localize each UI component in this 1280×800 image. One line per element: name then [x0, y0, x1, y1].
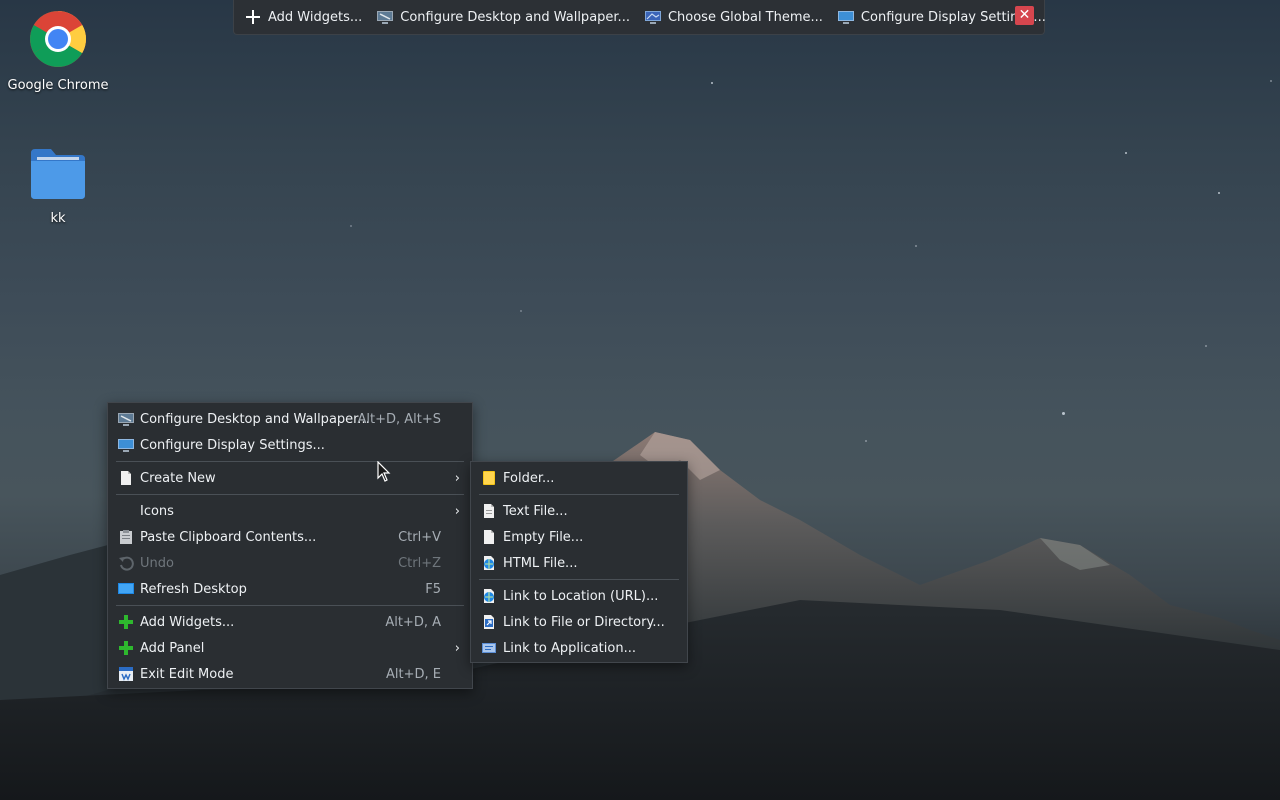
mouse-cursor-icon — [377, 461, 391, 482]
menu-item-label: Undo — [140, 555, 174, 571]
menu-item-paste[interactable]: Paste Clipboard Contents... Ctrl+V — [108, 524, 472, 550]
chevron-right-icon: › — [454, 503, 460, 519]
chevron-right-icon: › — [454, 470, 460, 486]
desktop-settings-icon — [377, 11, 394, 24]
toolbar-global-theme-label: Choose Global Theme... — [667, 9, 823, 25]
menu-item-label: Paste Clipboard Contents... — [140, 529, 317, 545]
toolbar-configure-desktop-label: Configure Desktop and Wallpaper... — [400, 9, 630, 25]
theme-icon — [644, 11, 661, 24]
menu-item-shortcut: F5 — [425, 581, 441, 597]
menu-item-label: Empty File... — [503, 529, 584, 545]
desktop-settings-icon — [118, 413, 134, 426]
link-application-icon — [482, 643, 496, 653]
plus-icon — [119, 641, 133, 655]
menu-separator — [116, 494, 464, 495]
chevron-right-icon: › — [454, 640, 460, 656]
text-file-icon — [484, 504, 494, 518]
menu-separator — [479, 579, 679, 580]
menu-item-exit-edit-mode[interactable]: Exit Edit Mode Alt+D, E — [108, 661, 472, 687]
clipboard-icon — [120, 530, 132, 544]
toolbar-configure-desktop-button[interactable]: Configure Desktop and Wallpaper... — [376, 8, 630, 26]
link-file-icon — [484, 615, 494, 629]
display-icon — [837, 11, 854, 24]
menu-item-label: Add Panel — [140, 640, 205, 656]
plus-icon — [119, 615, 133, 629]
menu-item-label: Refresh Desktop — [140, 581, 247, 597]
menu-separator — [479, 494, 679, 495]
submenu-item-link-app[interactable]: Link to Application... — [471, 635, 687, 661]
html-file-icon — [484, 556, 494, 570]
toolbar-add-widgets-label: Add Widgets... — [268, 9, 363, 25]
menu-item-shortcut: Alt+D, A — [385, 614, 441, 630]
menu-item-add-panel[interactable]: Add Panel › — [108, 635, 472, 661]
submenu-item-link-file[interactable]: Link to File or Directory... — [471, 609, 687, 635]
folder-icon — [483, 471, 495, 485]
submenu-item-empty-file[interactable]: Empty File... — [471, 524, 687, 550]
edit-document-icon — [119, 667, 133, 681]
empty-file-icon — [484, 530, 494, 544]
desktop[interactable]: Google Chrome kk Add Widgets... Configur… — [0, 0, 1280, 800]
toolbar-global-theme-button[interactable]: Choose Global Theme... — [644, 8, 823, 26]
menu-item-label: Link to File or Directory... — [503, 614, 665, 630]
desktop-icon-chrome[interactable]: Google Chrome — [3, 10, 113, 93]
plus-icon — [246, 10, 260, 24]
chrome-icon — [30, 11, 86, 67]
toolbar-add-widgets-button[interactable]: Add Widgets... — [244, 8, 362, 26]
create-new-submenu: Folder... Text File... Empty File... HTM… — [470, 461, 688, 663]
desktop-icon-label: kk — [50, 211, 66, 226]
menu-item-icons[interactable]: Icons › — [108, 498, 472, 524]
menu-item-label: Configure Desktop and Wallpaper... — [140, 411, 370, 427]
menu-item-configure-display[interactable]: Configure Display Settings... — [108, 432, 472, 458]
desktop-context-menu: Configure Desktop and Wallpaper... Alt+D… — [107, 402, 473, 689]
link-url-icon — [484, 589, 494, 603]
undo-icon — [119, 556, 134, 571]
submenu-item-folder[interactable]: Folder... — [471, 465, 687, 491]
menu-item-undo[interactable]: Undo Ctrl+Z — [108, 550, 472, 576]
menu-item-configure-desktop[interactable]: Configure Desktop and Wallpaper... Alt+D… — [108, 406, 472, 432]
new-document-icon — [121, 471, 131, 485]
menu-item-label: Icons — [140, 503, 174, 519]
menu-item-label: Link to Location (URL)... — [503, 588, 659, 604]
close-icon[interactable]: ✕ — [1015, 6, 1034, 25]
menu-item-label: Link to Application... — [503, 640, 636, 656]
menu-item-label: Text File... — [503, 503, 568, 519]
refresh-desktop-icon — [118, 583, 134, 594]
edit-mode-toolbar: Add Widgets... Configure Desktop and Wal… — [233, 0, 1046, 35]
menu-item-add-widgets[interactable]: Add Widgets... Alt+D, A — [108, 609, 472, 635]
submenu-item-link-url[interactable]: Link to Location (URL)... — [471, 583, 687, 609]
desktop-icon-label: Google Chrome — [7, 78, 109, 93]
menu-item-shortcut: Ctrl+V — [398, 529, 441, 545]
menu-separator — [116, 461, 464, 462]
menu-item-label: Add Widgets... — [140, 614, 235, 630]
submenu-item-html-file[interactable]: HTML File... — [471, 550, 687, 576]
display-icon — [118, 439, 134, 452]
desktop-icon-kk-folder[interactable]: kk — [3, 147, 113, 226]
menu-item-shortcut: Alt+D, Alt+S — [357, 411, 441, 427]
menu-item-shortcut: Alt+D, E — [386, 666, 441, 682]
menu-item-label: Configure Display Settings... — [140, 437, 325, 453]
menu-item-create-new[interactable]: Create New › — [108, 465, 472, 491]
submenu-item-text-file[interactable]: Text File... — [471, 498, 687, 524]
menu-item-label: Create New — [140, 470, 216, 486]
menu-item-label: Exit Edit Mode — [140, 666, 234, 682]
menu-item-refresh[interactable]: Refresh Desktop F5 — [108, 576, 472, 602]
folder-icon — [31, 149, 85, 199]
menu-item-label: Folder... — [503, 470, 555, 486]
menu-item-shortcut: Ctrl+Z — [398, 555, 441, 571]
menu-separator — [116, 605, 464, 606]
menu-item-label: HTML File... — [503, 555, 578, 571]
